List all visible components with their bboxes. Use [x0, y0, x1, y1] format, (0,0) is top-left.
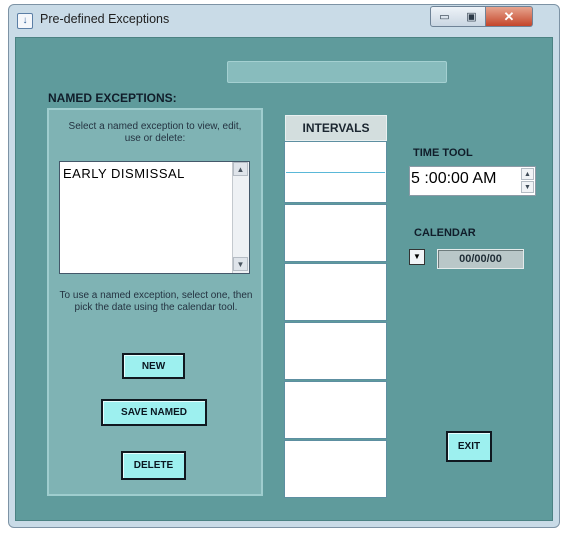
save-named-button[interactable]: SAVE NAMED [101, 399, 207, 426]
list-scrollbar[interactable]: ▲ ▼ [232, 162, 249, 273]
interval-slot[interactable] [284, 263, 387, 321]
scroll-up-button[interactable]: ▲ [233, 162, 248, 176]
minimize-button[interactable]: ▭ [430, 6, 459, 27]
close-icon: ✕ [503, 8, 515, 24]
interval-slot[interactable] [284, 440, 387, 498]
time-value[interactable]: 5 :00:00 AM [411, 170, 496, 188]
select-instruction: Select a named exception to view, edit, … [68, 121, 242, 144]
delete-button[interactable]: DELETE [121, 451, 186, 480]
interval-slot[interactable] [284, 204, 387, 262]
time-tool-label: TIME TOOL [413, 147, 473, 159]
spin-down-icon[interactable]: ▼ [521, 181, 534, 193]
list-item[interactable]: EARLY DISMISSAL [63, 166, 185, 181]
scroll-down-button[interactable]: ▼ [233, 257, 248, 271]
maximize-button[interactable]: ▣ [458, 6, 486, 27]
top-status-panel [227, 61, 447, 83]
time-spinner[interactable]: ▲ ▼ [521, 168, 534, 194]
chevron-down-icon[interactable]: ▼ [409, 249, 425, 265]
calendar-label: CALENDAR [414, 227, 476, 239]
named-exceptions-heading: NAMED EXCEPTIONS: [48, 91, 177, 105]
calendar-date-field[interactable]: 00/00/00 [437, 249, 524, 269]
window-title: Pre-defined Exceptions [40, 12, 170, 26]
interval-slot-divider [286, 172, 385, 173]
maximize-icon: ▣ [466, 11, 477, 23]
intervals-header: INTERVALS [285, 115, 387, 141]
exit-button[interactable]: EXIT [446, 431, 492, 462]
interval-slot[interactable] [284, 322, 387, 380]
new-button[interactable]: NEW [122, 353, 185, 379]
close-button[interactable]: ✕ [486, 6, 533, 27]
usage-note: To use a named exception, select one, th… [59, 290, 253, 313]
minimize-icon: ▭ [439, 11, 450, 23]
spin-up-icon[interactable]: ▲ [521, 168, 534, 180]
arrow-down-icon: ↓ [17, 13, 33, 29]
interval-slot[interactable] [284, 381, 387, 439]
